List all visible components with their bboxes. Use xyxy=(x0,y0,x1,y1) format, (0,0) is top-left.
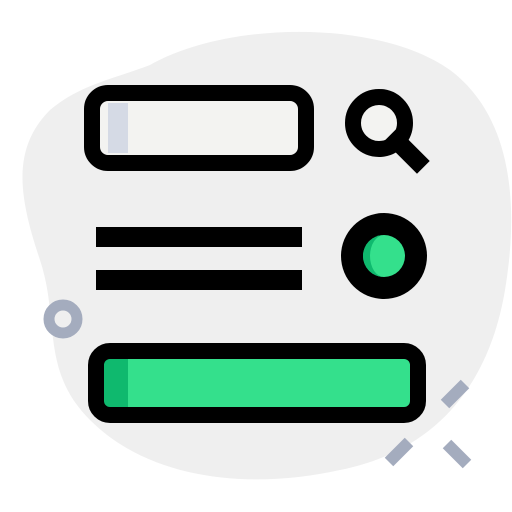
submit-button xyxy=(88,343,426,423)
search-form-illustration xyxy=(0,0,512,512)
search-input xyxy=(84,85,314,171)
radio-button-icon xyxy=(341,213,427,299)
illustration-canvas xyxy=(22,31,512,480)
search-icon xyxy=(345,89,430,174)
